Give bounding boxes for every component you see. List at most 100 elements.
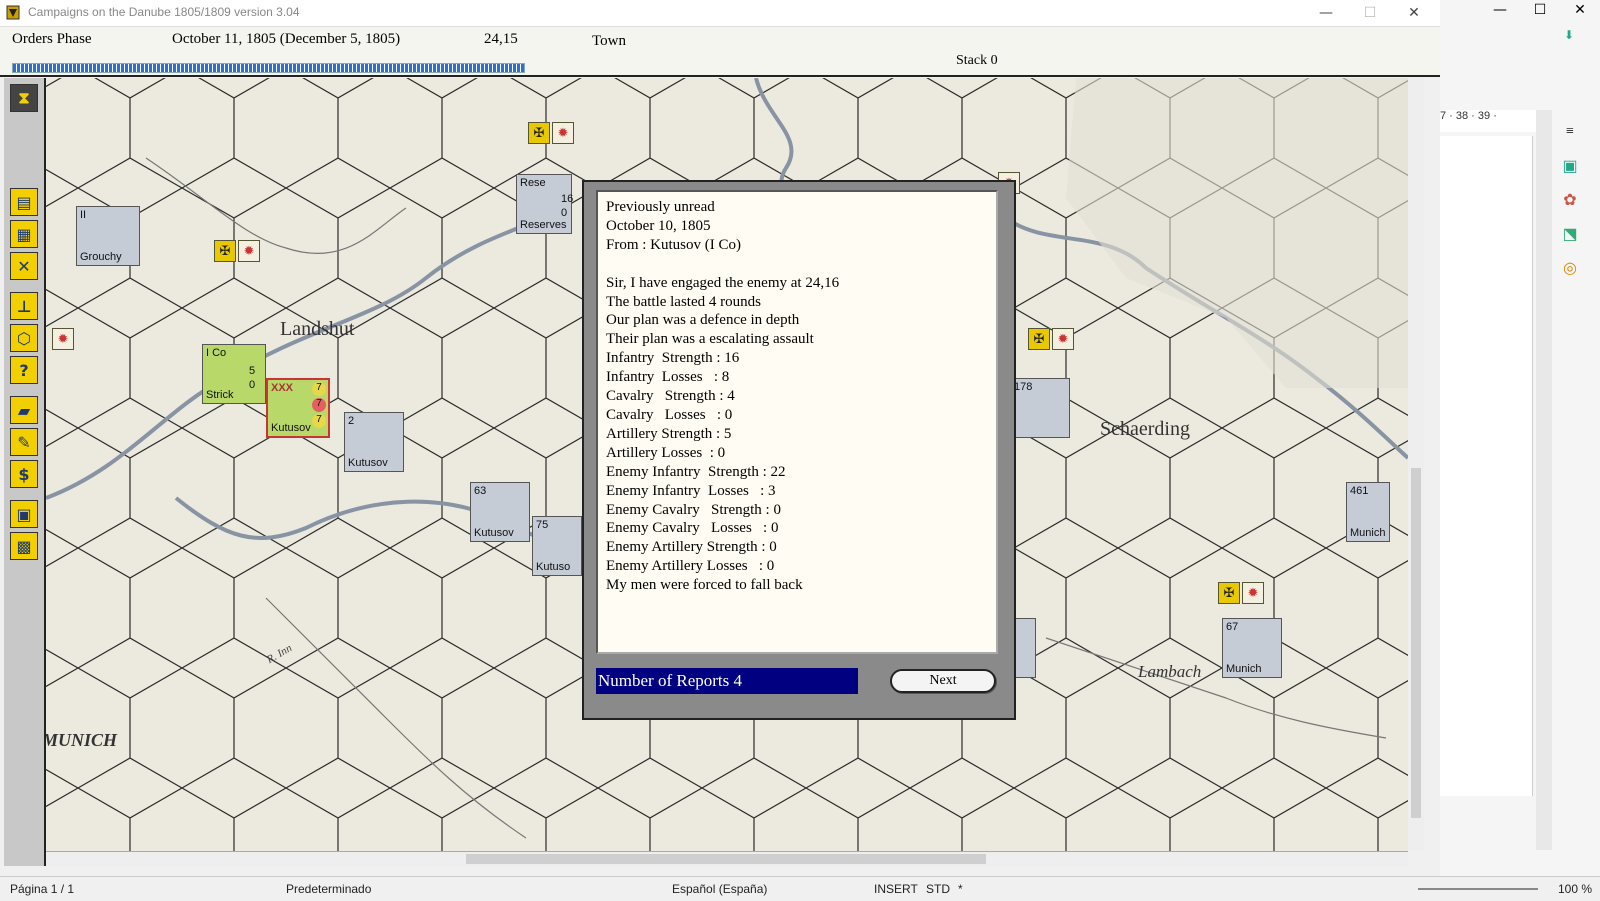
- document-area[interactable]: [1440, 136, 1533, 796]
- report-line: Their plan was a escalating assault: [606, 331, 814, 348]
- report-line: Enemy Artillery Losses : 0: [606, 558, 775, 575]
- org-chart-icon[interactable]: ⊥: [10, 292, 38, 320]
- order-marker[interactable]: ✹: [1052, 328, 1074, 350]
- unit-number: 178: [1014, 381, 1033, 393]
- navigator-icon[interactable]: ⬔: [1560, 224, 1580, 244]
- maximize-button[interactable]: ☐: [1350, 2, 1390, 24]
- strategy-icon[interactable]: ▣: [10, 500, 38, 528]
- report-line: Cavalry Strength : 4: [606, 388, 735, 405]
- eagle-marker[interactable]: ✠: [214, 240, 236, 262]
- stack-icon[interactable]: ▦: [10, 220, 38, 248]
- minimize-button[interactable]: —: [1306, 2, 1346, 24]
- map-vertical-scrollbar[interactable]: [1408, 78, 1424, 851]
- unit-reserves[interactable]: Rese 16 0 Reserves: [516, 174, 574, 234]
- report-line: Artillery Losses : 0: [606, 444, 726, 461]
- horizontal-scroll-thumb[interactable]: [466, 854, 986, 864]
- eagle-marker[interactable]: ✠: [1218, 582, 1240, 604]
- unit-kutusov-63[interactable]: 63 Kutusov: [470, 482, 530, 542]
- page-count: Página 1 / 1: [10, 882, 75, 896]
- sidebar-menu-icon[interactable]: ≡: [1560, 124, 1580, 144]
- supply-icon[interactable]: ▰: [10, 396, 38, 424]
- help-icon[interactable]: ?: [10, 356, 38, 384]
- report-line: Our plan was a defence in depth: [606, 312, 800, 329]
- document-scrollbar[interactable]: [1536, 110, 1552, 850]
- order-marker[interactable]: ✹: [1242, 582, 1264, 604]
- unit-value: 16: [561, 193, 574, 205]
- gallery-icon[interactable]: ✿: [1560, 190, 1580, 210]
- swords-icon[interactable]: ✕: [10, 252, 38, 280]
- unit-label: Kutusov: [348, 457, 388, 469]
- order-marker[interactable]: ✹: [238, 240, 260, 262]
- selection-mode[interactable]: STD: [926, 882, 950, 896]
- maximize-button[interactable]: ☐: [1520, 2, 1560, 22]
- hexagon-icon[interactable]: ⬡: [10, 324, 38, 352]
- unit-number: XXX: [271, 382, 294, 394]
- place-munich: MUNICH: [46, 730, 118, 750]
- insert-mode[interactable]: INSERT: [874, 882, 918, 896]
- unit-number: 461: [1350, 485, 1369, 497]
- report-line: Cavalry Losses : 0: [606, 406, 733, 423]
- order-marker[interactable]: ✹: [552, 122, 574, 144]
- hourglass-icon[interactable]: ⧗: [10, 84, 38, 112]
- zoom-slider[interactable]: [1418, 888, 1538, 890]
- unit-label: Grouchy: [80, 251, 122, 263]
- map-grid-icon[interactable]: ▩: [10, 532, 38, 560]
- supply-edit-icon[interactable]: ✎: [10, 428, 38, 456]
- battle-report-dialog: Previously unread October 10, 1805 From : …: [582, 180, 1016, 720]
- unit-i-co[interactable]: I Co 5 0 Strick: [202, 344, 266, 404]
- report-line: Artillery Strength : 5: [606, 425, 732, 442]
- unit-label: Strick: [206, 389, 234, 401]
- page-style[interactable]: Predeterminado: [286, 882, 371, 896]
- eagle-marker[interactable]: ✠: [1028, 328, 1050, 350]
- order-marker[interactable]: ✹: [52, 328, 74, 350]
- unit-number: 75: [536, 519, 549, 531]
- unit-munich-67[interactable]: 67 Munich: [1222, 618, 1282, 678]
- unit-178[interactable]: 178: [1010, 378, 1070, 438]
- report-line: My men were forced to fall back: [606, 577, 803, 594]
- zoom-level[interactable]: 100 %: [1558, 882, 1592, 896]
- unit-value: 0: [561, 207, 568, 219]
- unit-label: Munich: [1350, 527, 1386, 539]
- unit-kutusov-75[interactable]: 75 Kutuso: [532, 516, 582, 576]
- report-count: Number of Reports 4: [596, 668, 858, 694]
- unit-value: 7: [312, 398, 326, 412]
- styles-icon[interactable]: ▣: [1560, 156, 1580, 176]
- unit-value: 7: [312, 382, 326, 396]
- phase-label: Orders Phase: [12, 31, 92, 47]
- language-status[interactable]: Español (España): [672, 882, 767, 896]
- background-writer-window: — ☐ ✕ 7 · 38 · 39 · ≡ ▣ ✿ ⬔ ◎ ⬇: [1440, 0, 1600, 876]
- hex-coords-label: 24,15: [484, 31, 518, 47]
- unit-kutusov-hq[interactable]: XXX 7 7 7 Kutusov: [266, 378, 330, 438]
- unit-number: 2: [348, 415, 355, 427]
- download-icon[interactable]: ⬇: [1564, 28, 1580, 42]
- ruler: 7 · 38 · 39 ·: [1440, 110, 1536, 132]
- stack-label: Stack 0: [956, 53, 998, 68]
- map-horizontal-scrollbar[interactable]: [46, 851, 1408, 867]
- minimize-button[interactable]: —: [1480, 2, 1520, 22]
- unit-label: Munich: [1226, 663, 1262, 675]
- unit-kutusov-2[interactable]: 2 Kutusov: [344, 412, 404, 472]
- date-label: October 11, 1805 (December 5, 1805): [172, 31, 401, 47]
- report-line: October 10, 1805: [606, 217, 711, 234]
- report-line: From : Kutusov (I Co): [606, 236, 741, 253]
- report-line: Enemy Infantry Strength : 22: [606, 463, 786, 480]
- unit-grouchy[interactable]: II Grouchy: [76, 206, 140, 266]
- eagle-marker[interactable]: ✠: [528, 122, 550, 144]
- place-schaerding: Schaerding: [1100, 418, 1190, 440]
- next-button[interactable]: Next: [890, 669, 996, 693]
- report-line: Enemy Infantry Losses : 3: [606, 482, 776, 499]
- unit-number: II: [80, 209, 87, 221]
- report-line: The battle lasted 4 rounds: [606, 293, 761, 310]
- messages-icon[interactable]: ▤: [10, 188, 38, 216]
- report-line: Previously unread: [606, 199, 715, 215]
- compass-icon[interactable]: ◎: [1560, 258, 1580, 278]
- window-titlebar: Campaigns on the Danube 1805/1809 versio…: [0, 0, 1440, 27]
- vertical-scroll-thumb[interactable]: [1411, 468, 1421, 818]
- close-button[interactable]: ✕: [1560, 2, 1600, 22]
- unit-number: I Co: [206, 347, 227, 359]
- report-line: Enemy Artillery Strength : 0: [606, 539, 777, 556]
- unit-munich-461[interactable]: 461 Munich: [1346, 482, 1390, 542]
- unit-number: Rese: [520, 177, 546, 189]
- money-icon[interactable]: $: [10, 460, 38, 488]
- close-button[interactable]: ✕: [1394, 2, 1434, 24]
